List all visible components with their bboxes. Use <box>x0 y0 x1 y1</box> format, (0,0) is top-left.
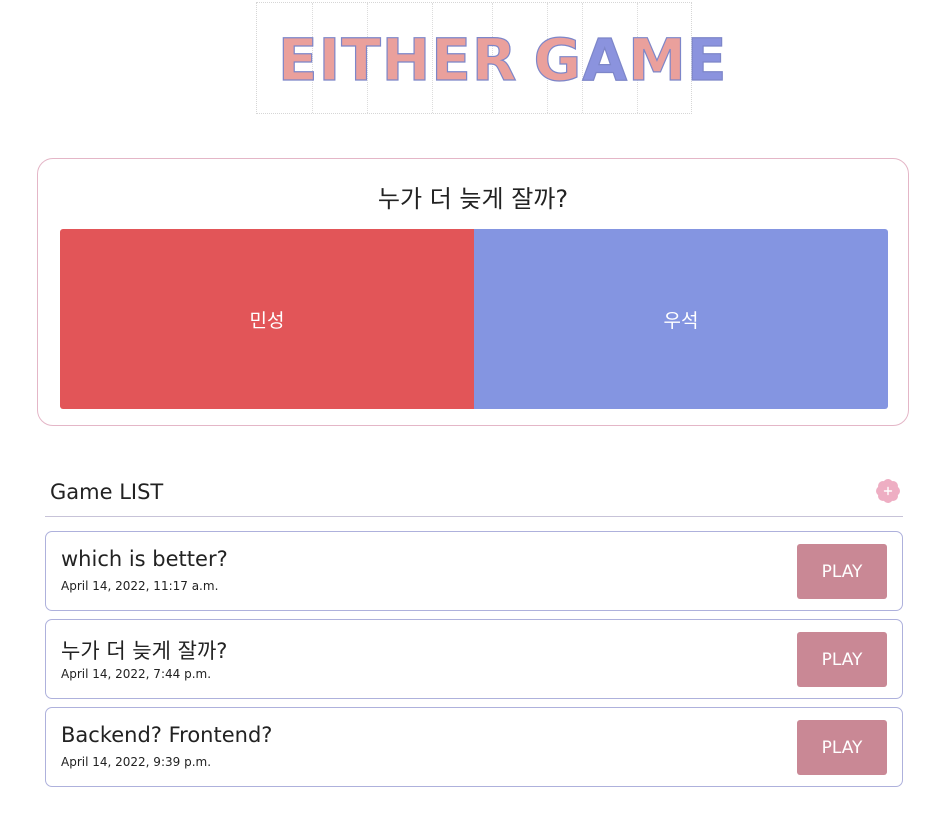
choice-b-button[interactable]: 우석 <box>474 229 888 409</box>
game-list-header: Game LIST <box>45 468 903 517</box>
play-button[interactable]: PLAY <box>797 632 887 687</box>
game-title: Backend? Frontend? <box>61 723 273 747</box>
game-row: 누가 더 늦게 잘까? April 14, 2022, 7:44 p.m. PL… <box>45 619 903 699</box>
logo-letter-e: E <box>686 26 728 94</box>
plus-flower-icon <box>876 479 900 503</box>
game-title: 누가 더 늦게 잘까? <box>61 639 228 663</box>
game-date: April 14, 2022, 11:17 a.m. <box>61 579 219 593</box>
logo-text: EITHER GAME <box>277 26 728 94</box>
page: EITHERGAME 누가 더 늦게 잘까? 민성 우석 Game LIST <box>0 0 942 820</box>
game-row: which is better? April 14, 2022, 11:17 a… <box>45 531 903 611</box>
logo-word-either: EITHER <box>277 26 518 94</box>
game-list-title: Game LIST <box>50 480 164 504</box>
game-title: which is better? <box>61 547 228 571</box>
game-date: April 14, 2022, 7:44 p.m. <box>61 667 212 681</box>
question-card: 누가 더 늦게 잘까? 민성 우석 <box>37 158 909 426</box>
question-title: 누가 더 늦게 잘까? <box>377 185 569 213</box>
logo-letter-g: G <box>533 26 583 94</box>
add-game-button[interactable] <box>875 478 901 504</box>
logo-letter-a: A <box>582 26 629 94</box>
play-button[interactable]: PLAY <box>797 544 887 599</box>
play-button[interactable]: PLAY <box>797 720 887 775</box>
choice-group: 민성 우석 <box>60 229 888 409</box>
choice-b-label: 우석 <box>663 309 699 332</box>
app-logo: EITHER GAME <box>256 2 727 114</box>
logo-letter-m: M <box>627 26 687 94</box>
choice-a-label: 민성 <box>249 309 285 332</box>
game-date: April 14, 2022, 9:39 p.m. <box>61 755 212 769</box>
choice-a-button[interactable]: 민성 <box>60 229 474 409</box>
game-row: Backend? Frontend? April 14, 2022, 9:39 … <box>45 707 903 787</box>
